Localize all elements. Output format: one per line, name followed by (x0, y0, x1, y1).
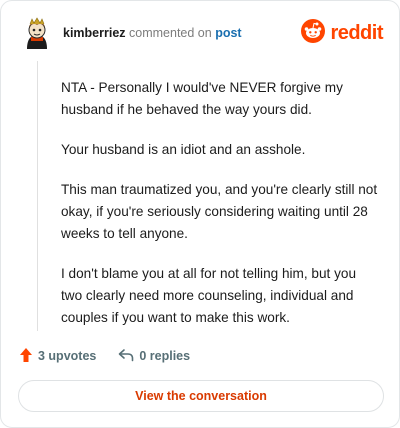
comment-actions: 3 upvotes 0 replies (19, 347, 190, 365)
action-text: commented on (129, 26, 212, 40)
comment-header: kimberriez commented on post reddit (21, 17, 383, 53)
comment-body: NTA - Personally I would've NEVER forgiv… (61, 77, 379, 347)
reddit-logo[interactable]: reddit (301, 18, 383, 48)
avatar-icon[interactable] (21, 17, 53, 49)
replies-button[interactable]: 0 replies (118, 348, 190, 365)
reply-arrow-icon (118, 348, 139, 365)
post-link[interactable]: post (215, 26, 241, 40)
comment-paragraph: Your husband is an idiot and an asshole. (61, 142, 306, 157)
upvote-count: 3 upvotes (38, 349, 97, 363)
byline: kimberriez commented on post (63, 26, 242, 40)
upvote-arrow-icon (19, 347, 38, 366)
upvote-button[interactable]: 3 upvotes (19, 347, 96, 366)
reddit-wordmark: reddit (330, 21, 383, 44)
comment-paragraph: I don't blame you at all for not telling… (61, 266, 357, 325)
comment-paragraph: This man traumatized you, and you're cle… (61, 182, 378, 241)
comment-paragraph: NTA - Personally I would've NEVER forgiv… (61, 80, 343, 117)
view-conversation-button[interactable]: View the conversation (18, 380, 384, 412)
reddit-snoo-icon (301, 18, 326, 48)
comment-embed-card: kimberriez commented on post reddit NTA … (0, 0, 400, 428)
reply-count: 0 replies (139, 349, 191, 363)
username-link[interactable]: kimberriez (63, 26, 126, 40)
thread-line (37, 61, 38, 331)
